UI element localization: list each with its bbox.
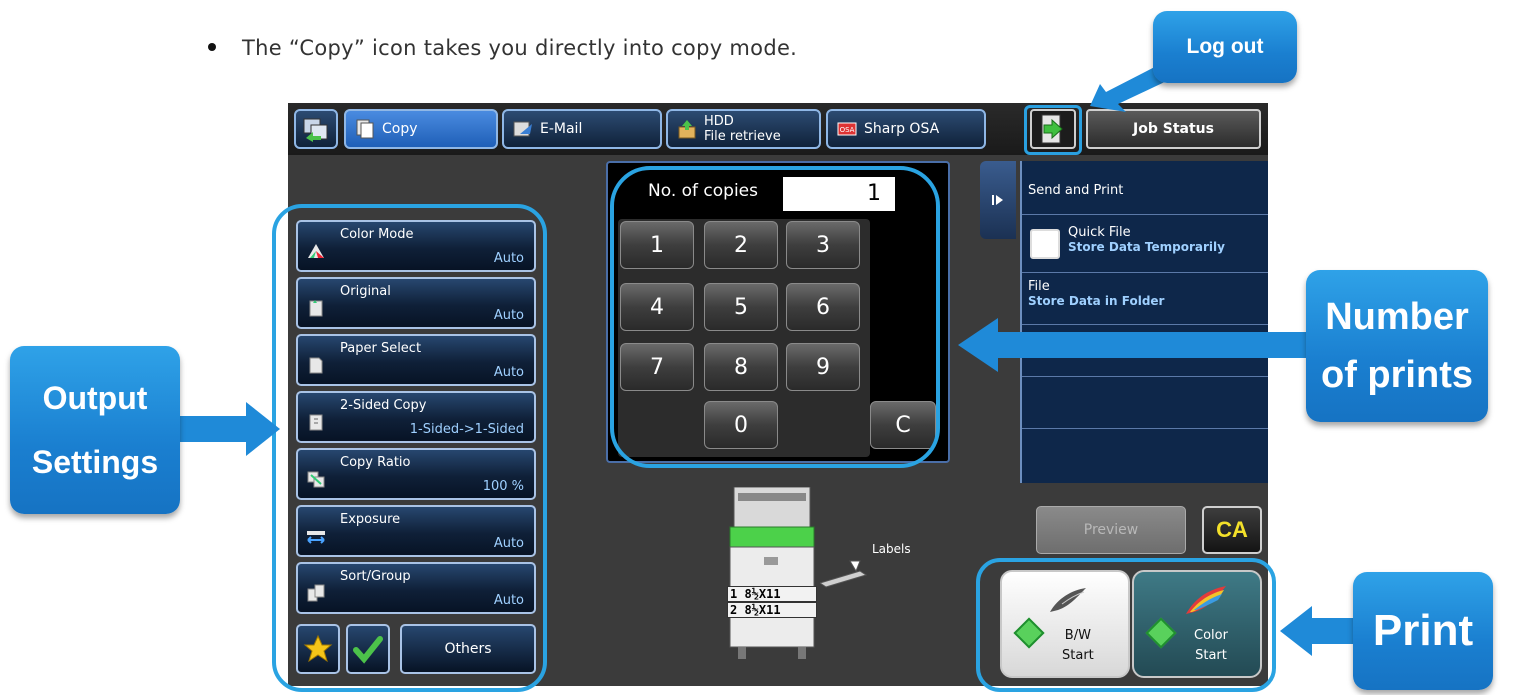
expand-arrow-icon xyxy=(992,195,1003,205)
paper-tray-2: 2 8½X11 xyxy=(727,602,817,618)
nprints-callout-line1: Number xyxy=(1325,296,1469,338)
printer-illustration xyxy=(729,487,815,659)
file-label: File xyxy=(1028,279,1050,294)
output-callout-line2: Settings xyxy=(31,444,159,480)
tab-sharp-osa[interactable]: OSA Sharp OSA xyxy=(826,109,986,149)
panel-toggle-button[interactable] xyxy=(980,161,1016,239)
logout-highlight xyxy=(1024,105,1082,155)
tab-copy[interactable]: Copy xyxy=(344,109,498,149)
tab-hdd-line2: File retrieve xyxy=(704,129,781,144)
nprints-callout-line2: of prints xyxy=(1321,354,1473,396)
send-and-print-label: Send and Print xyxy=(1028,183,1124,198)
output-settings-callout: Output Settings xyxy=(10,346,180,514)
clear-all-button[interactable]: CA xyxy=(1202,506,1262,554)
home-icon xyxy=(303,118,328,142)
instruction-text: The “Copy” icon takes you directly into … xyxy=(242,36,798,60)
output-tray-icon xyxy=(820,560,868,588)
send-and-print-item[interactable]: Send and Print xyxy=(1022,161,1268,215)
empty-row xyxy=(1022,377,1268,429)
print-arrow xyxy=(1280,606,1356,656)
tab-osa-label: Sharp OSA xyxy=(864,121,940,137)
file-sublabel: Store Data in Folder xyxy=(1028,294,1165,308)
tutorial-slide: The “Copy” icon takes you directly into … xyxy=(0,0,1523,695)
instruction-bullet: The “Copy” icon takes you directly into … xyxy=(208,36,797,60)
tab-hdd-file-retrieve[interactable]: HDD File retrieve xyxy=(666,109,821,149)
quick-file-checkbox[interactable] xyxy=(1030,229,1060,259)
start-buttons-highlight xyxy=(976,558,1276,692)
job-status-button[interactable]: Job Status xyxy=(1086,109,1261,149)
tab-hdd-line1: HDD xyxy=(704,114,734,129)
email-icon xyxy=(513,121,532,137)
bullet-dot xyxy=(208,43,216,51)
quick-file-sublabel: Store Data Temporarily xyxy=(1068,240,1225,254)
paper-tray-1: 1 8½X11 xyxy=(727,586,817,602)
quick-file-item[interactable]: Quick File Store Data Temporarily xyxy=(1022,215,1268,273)
home-tab[interactable] xyxy=(294,109,338,149)
logout-callout: Log out xyxy=(1153,11,1297,83)
empty-row xyxy=(1022,429,1268,481)
tab-copy-label: Copy xyxy=(382,121,418,137)
quick-file-label: Quick File xyxy=(1068,225,1131,240)
print-callout: Print xyxy=(1353,572,1493,690)
keypad-highlight xyxy=(610,166,940,468)
tab-hdd-label: HDD File retrieve xyxy=(704,114,781,144)
tab-email[interactable]: E-Mail xyxy=(502,109,662,149)
osa-icon: OSA xyxy=(837,122,857,136)
output-callout-line1: Output xyxy=(42,380,148,416)
copy-icon xyxy=(356,119,374,139)
nprints-arrow xyxy=(958,318,1308,372)
preview-button[interactable]: Preview xyxy=(1036,506,1186,554)
output-settings-highlight xyxy=(272,204,547,692)
folder-arrow-icon xyxy=(678,120,696,139)
tab-email-label: E-Mail xyxy=(540,121,583,137)
svg-text:OSA: OSA xyxy=(840,126,855,134)
number-of-prints-callout: Number of prints xyxy=(1306,270,1488,422)
labels-text: Labels xyxy=(872,542,911,556)
output-arrow xyxy=(180,402,280,456)
